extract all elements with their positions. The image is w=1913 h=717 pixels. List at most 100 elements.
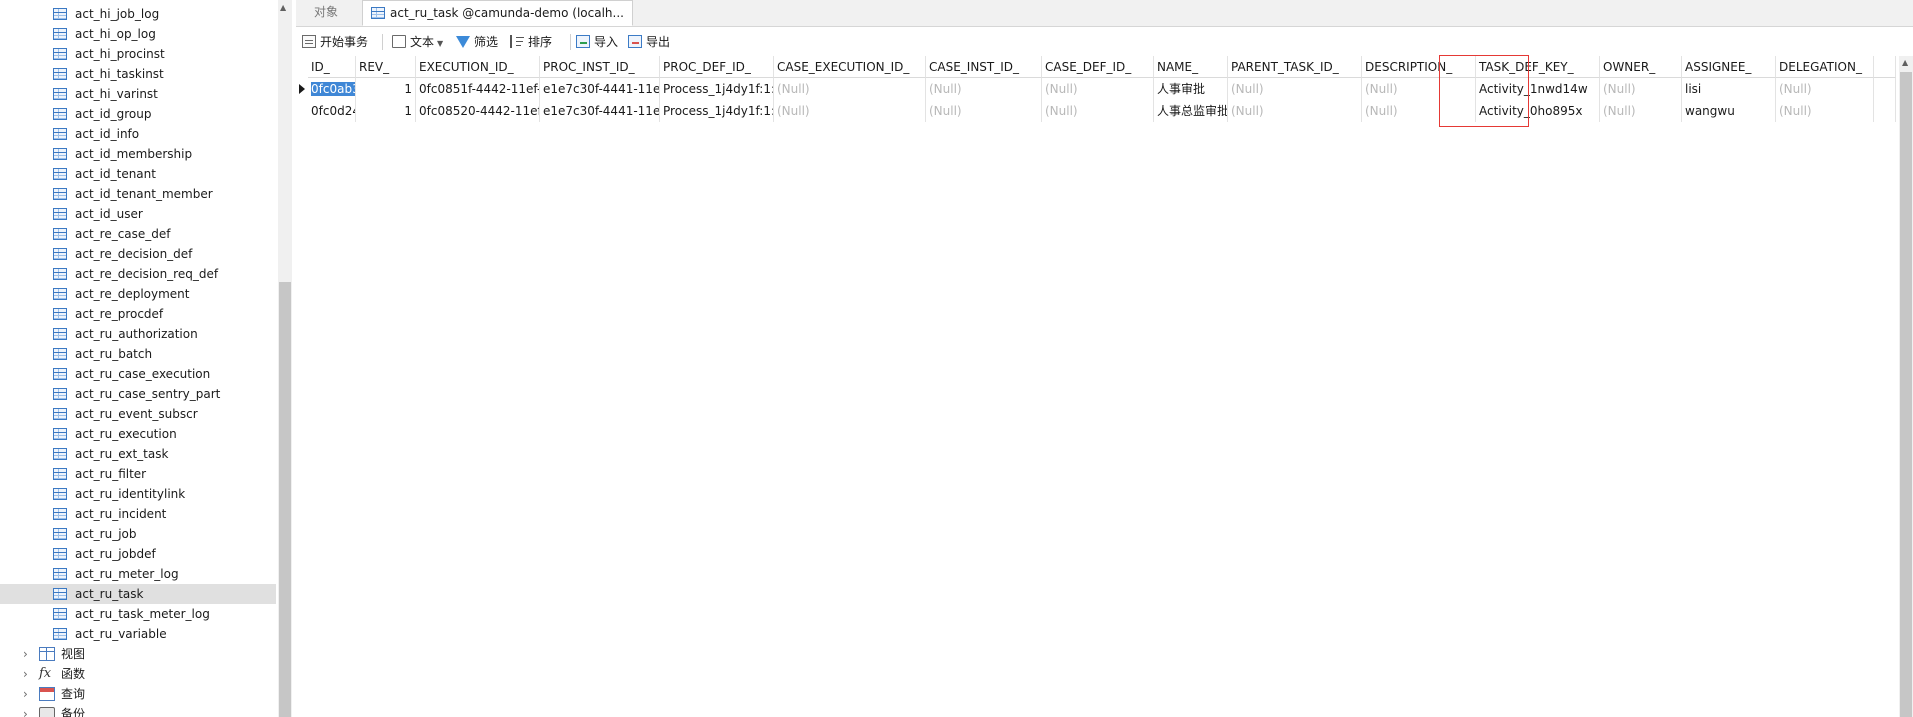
- sidebar-table-item[interactable]: act_ru_case_sentry_part: [0, 384, 276, 404]
- grid-cell[interactable]: (Null): [1362, 100, 1476, 122]
- column-header[interactable]: NAME_: [1154, 56, 1228, 78]
- sidebar-group-item[interactable]: › 备份: [0, 704, 276, 717]
- grid-cell[interactable]: (Null): [1042, 100, 1154, 122]
- sidebar-table-item[interactable]: act_ru_authorization: [0, 324, 276, 344]
- begin-transaction-button[interactable]: 开始事务: [302, 33, 368, 51]
- sidebar-table-item[interactable]: act_id_tenant_member: [0, 184, 276, 204]
- sidebar-table-item[interactable]: act_hi_op_log: [0, 24, 276, 44]
- grid-scroll-thumb[interactable]: [1900, 72, 1912, 717]
- text-dropdown-button[interactable]: 文本 ▼: [392, 33, 443, 51]
- grid-cell[interactable]: (Null): [1600, 100, 1682, 122]
- grid-cell[interactable]: wangwu: [1682, 100, 1776, 122]
- import-button[interactable]: 导入: [576, 33, 618, 51]
- grid-cell[interactable]: 1: [356, 100, 416, 122]
- grid-cell[interactable]: (Null): [1042, 78, 1154, 100]
- sidebar-table-item[interactable]: act_ru_variable: [0, 624, 276, 644]
- sidebar-table-item[interactable]: act_id_info: [0, 124, 276, 144]
- sidebar-table-item[interactable]: act_hi_job_log: [0, 4, 276, 24]
- sidebar-group-item[interactable]: › fx 函数: [0, 664, 276, 684]
- sidebar-table-item[interactable]: act_hi_taskinst: [0, 64, 276, 84]
- sidebar-table-item[interactable]: act_hi_varinst: [0, 84, 276, 104]
- column-header[interactable]: PROC_DEF_ID_: [660, 56, 774, 78]
- grid-cell[interactable]: [1874, 100, 1896, 122]
- column-header[interactable]: TASK_DEF_KEY_: [1476, 56, 1600, 78]
- sidebar-table-item[interactable]: act_id_group: [0, 104, 276, 124]
- scroll-up-arrow-icon[interactable]: ▲: [1902, 58, 1908, 67]
- chevron-right-icon[interactable]: ›: [23, 684, 28, 704]
- grid-cell[interactable]: e1e7c30f-4441-11ef-: [540, 78, 660, 100]
- grid-cell[interactable]: e1e7c30f-4441-11ef-: [540, 100, 660, 122]
- column-header[interactable]: [1874, 56, 1896, 78]
- column-header[interactable]: REV_: [356, 56, 416, 78]
- chevron-right-icon[interactable]: ›: [23, 664, 28, 684]
- grid-vertical-scrollbar[interactable]: ▲: [1899, 56, 1913, 717]
- sidebar-table-item[interactable]: act_re_decision_req_def: [0, 264, 276, 284]
- grid-cell[interactable]: 0fc08520-4442-11ef-: [416, 100, 540, 122]
- chevron-right-icon[interactable]: ›: [23, 644, 28, 664]
- grid-cell[interactable]: (Null): [1228, 100, 1362, 122]
- sidebar-table-item[interactable]: act_ru_event_subscr: [0, 404, 276, 424]
- grid-cell[interactable]: (Null): [774, 100, 926, 122]
- sidebar-table-item[interactable]: act_ru_batch: [0, 344, 276, 364]
- tab-objects[interactable]: 对象: [306, 0, 346, 26]
- sidebar-table-item[interactable]: act_re_case_def: [0, 224, 276, 244]
- grid-cell[interactable]: 0fc0d24: [308, 100, 356, 122]
- column-header[interactable]: DELEGATION_: [1776, 56, 1874, 78]
- column-header[interactable]: PROC_INST_ID_: [540, 56, 660, 78]
- grid-cell[interactable]: Activity_1nwd14w: [1476, 78, 1600, 100]
- tab-act-ru-task[interactable]: act_ru_task @camunda-demo (localh...: [362, 0, 633, 26]
- scroll-up-arrow-icon[interactable]: ▲: [280, 3, 286, 12]
- grid-cell[interactable]: (Null): [1362, 78, 1476, 100]
- row-indicator[interactable]: [296, 78, 308, 100]
- sidebar-table-item[interactable]: act_ru_meter_log: [0, 564, 276, 584]
- sidebar-scroll-thumb[interactable]: [279, 282, 291, 717]
- grid-cell[interactable]: [1874, 78, 1896, 100]
- sort-button[interactable]: 排序: [510, 33, 552, 51]
- sidebar-table-item[interactable]: act_ru_case_execution: [0, 364, 276, 384]
- chevron-right-icon[interactable]: ›: [23, 704, 28, 717]
- sidebar-table-item[interactable]: act_ru_job: [0, 524, 276, 544]
- row-indicator[interactable]: [296, 100, 308, 122]
- grid-cell[interactable]: 人事审批: [1154, 78, 1228, 100]
- sidebar-table-item[interactable]: act_ru_ext_task: [0, 444, 276, 464]
- grid-cell[interactable]: Process_1j4dy1f:1:c: [660, 78, 774, 100]
- filter-button[interactable]: 筛选: [456, 33, 498, 51]
- column-header[interactable]: CASE_EXECUTION_ID_: [774, 56, 926, 78]
- grid-cell[interactable]: (Null): [1776, 78, 1874, 100]
- column-header[interactable]: CASE_DEF_ID_: [1042, 56, 1154, 78]
- column-header[interactable]: ASSIGNEE_: [1682, 56, 1776, 78]
- grid-cell[interactable]: (Null): [926, 78, 1042, 100]
- column-header[interactable]: EXECUTION_ID_: [416, 56, 540, 78]
- sidebar-group-item[interactable]: › 视图: [0, 644, 276, 664]
- grid-cell[interactable]: (Null): [774, 78, 926, 100]
- grid-cell[interactable]: 0fc0ab3: [308, 78, 356, 100]
- sidebar-table-item[interactable]: act_ru_incident: [0, 504, 276, 524]
- sidebar-table-item[interactable]: act_re_deployment: [0, 284, 276, 304]
- grid-cell[interactable]: (Null): [926, 100, 1042, 122]
- sidebar-table-item[interactable]: act_id_user: [0, 204, 276, 224]
- sidebar-table-item[interactable]: act_ru_filter: [0, 464, 276, 484]
- export-button[interactable]: 导出: [628, 33, 670, 51]
- sidebar-table-item[interactable]: act_re_decision_def: [0, 244, 276, 264]
- sidebar-group-item[interactable]: › 查询: [0, 684, 276, 704]
- grid-cell[interactable]: Process_1j4dy1f:1:c: [660, 100, 774, 122]
- column-header[interactable]: DESCRIPTION_: [1362, 56, 1476, 78]
- column-header[interactable]: PARENT_TASK_ID_: [1228, 56, 1362, 78]
- column-header[interactable]: CASE_INST_ID_: [926, 56, 1042, 78]
- grid-cell[interactable]: 1: [356, 78, 416, 100]
- grid-cell[interactable]: Activity_0ho895x: [1476, 100, 1600, 122]
- column-header[interactable]: ID_: [308, 56, 356, 78]
- grid-cell[interactable]: (Null): [1776, 100, 1874, 122]
- sidebar-scrollbar[interactable]: ▲: [278, 0, 292, 717]
- sidebar-table-item[interactable]: act_ru_jobdef: [0, 544, 276, 564]
- sidebar-table-item[interactable]: act_hi_procinst: [0, 44, 276, 64]
- sidebar-table-item[interactable]: act_ru_identitylink: [0, 484, 276, 504]
- grid-cell[interactable]: (Null): [1600, 78, 1682, 100]
- sidebar-table-item[interactable]: act_ru_execution: [0, 424, 276, 444]
- grid-cell[interactable]: lisi: [1682, 78, 1776, 100]
- column-header[interactable]: OWNER_: [1600, 56, 1682, 78]
- sidebar-table-item[interactable]: act_ru_task_meter_log: [0, 604, 276, 624]
- sidebar-table-item[interactable]: act_ru_task: [0, 584, 276, 604]
- sidebar-table-item[interactable]: act_id_membership: [0, 144, 276, 164]
- grid-cell[interactable]: 0fc0851f-4442-11ef-b: [416, 78, 540, 100]
